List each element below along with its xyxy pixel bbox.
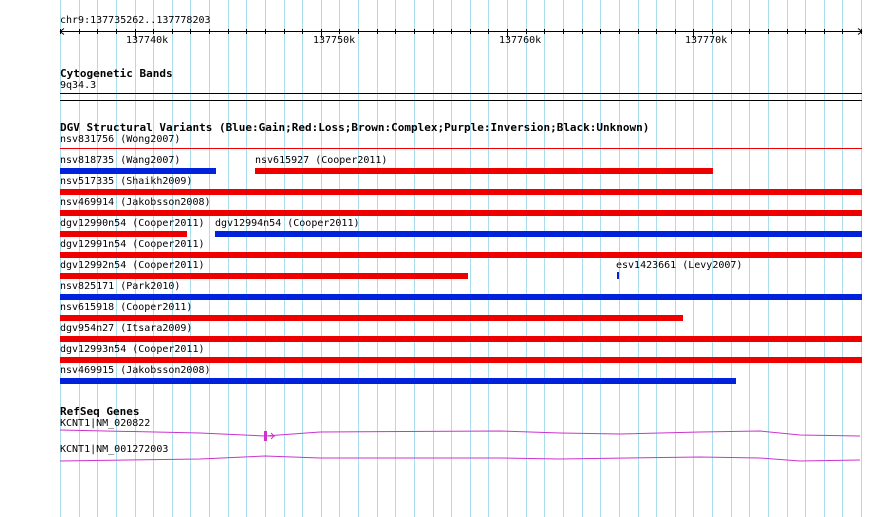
strand-arrow-icon xyxy=(268,432,275,440)
gene-exon xyxy=(264,431,267,441)
gene-model-nm-001272003 xyxy=(59,455,861,462)
gene-model-nm-020822 xyxy=(59,429,861,437)
gene-models[interactable] xyxy=(0,0,890,517)
